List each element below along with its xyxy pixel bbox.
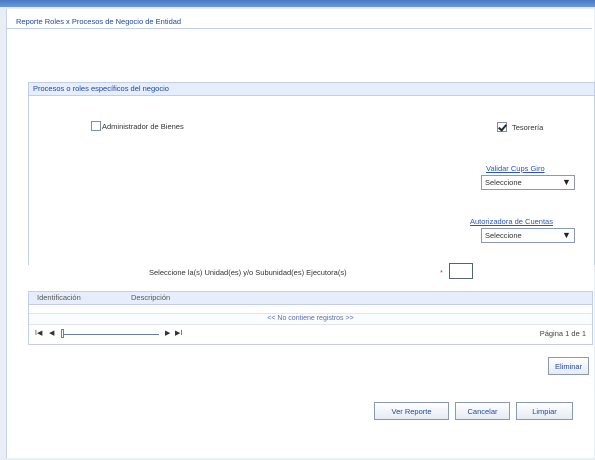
validar-select-value: Seleccione: [485, 178, 522, 187]
grid-empty-message: << No contiene registros >>: [29, 313, 592, 325]
next-page-icon[interactable]: ▶: [165, 325, 170, 343]
cancelar-button[interactable]: Cancelar: [455, 402, 510, 420]
administrador-checkbox[interactable]: [91, 121, 101, 131]
results-grid: Identificación Descripción << No contien…: [28, 291, 593, 345]
grid-pager: I◀ ◀ ▶ ▶I Página 1 de 1: [29, 325, 592, 343]
column-identificacion[interactable]: Identificación: [37, 292, 81, 304]
autorizadora-label: Autorizadora de Cuentas: [470, 217, 553, 226]
chevron-down-icon: ▼: [562, 230, 571, 240]
chevron-down-icon: ▼: [562, 177, 571, 187]
prev-page-icon[interactable]: ◀: [49, 325, 54, 343]
window-top-bar: [0, 0, 595, 7]
validar-label: Validar Cups Giro: [486, 164, 545, 173]
validar-select[interactable]: Seleccione ▼: [481, 175, 575, 190]
page-slider-track: [63, 334, 159, 335]
eliminar-button[interactable]: Eliminar: [548, 357, 589, 375]
page-indicator: Página 1 de 1: [539, 329, 586, 338]
unidades-label: Seleccione la(s) Unidad(es) y/o Subunida…: [149, 268, 347, 277]
required-mark: *: [440, 268, 443, 277]
page-title-bar: Reporte Roles x Procesos de Negocio de E…: [6, 16, 592, 29]
tesoreria-label: Tesorería: [512, 123, 544, 132]
page-title: Reporte Roles x Procesos de Negocio de E…: [16, 17, 182, 26]
ver-reporte-button[interactable]: Ver Reporte: [374, 402, 449, 420]
first-page-icon[interactable]: I◀: [35, 325, 42, 343]
section-header-label: Procesos o roles específicos del negocio: [33, 84, 169, 93]
page-slider-thumb[interactable]: [61, 329, 64, 338]
limpiar-button[interactable]: Limpiar: [516, 402, 573, 420]
unidades-selector[interactable]: [449, 263, 473, 279]
column-descripcion[interactable]: Descripción: [131, 292, 170, 304]
administrador-label: Administrador de Bienes: [102, 122, 184, 131]
grid-header: Identificación Descripción: [29, 292, 592, 305]
last-page-icon[interactable]: ▶I: [175, 325, 182, 343]
tesoreria-checkbox[interactable]: [497, 122, 507, 132]
autorizadora-select[interactable]: Seleccione ▼: [481, 228, 575, 243]
autorizadora-select-value: Seleccione: [485, 231, 522, 240]
